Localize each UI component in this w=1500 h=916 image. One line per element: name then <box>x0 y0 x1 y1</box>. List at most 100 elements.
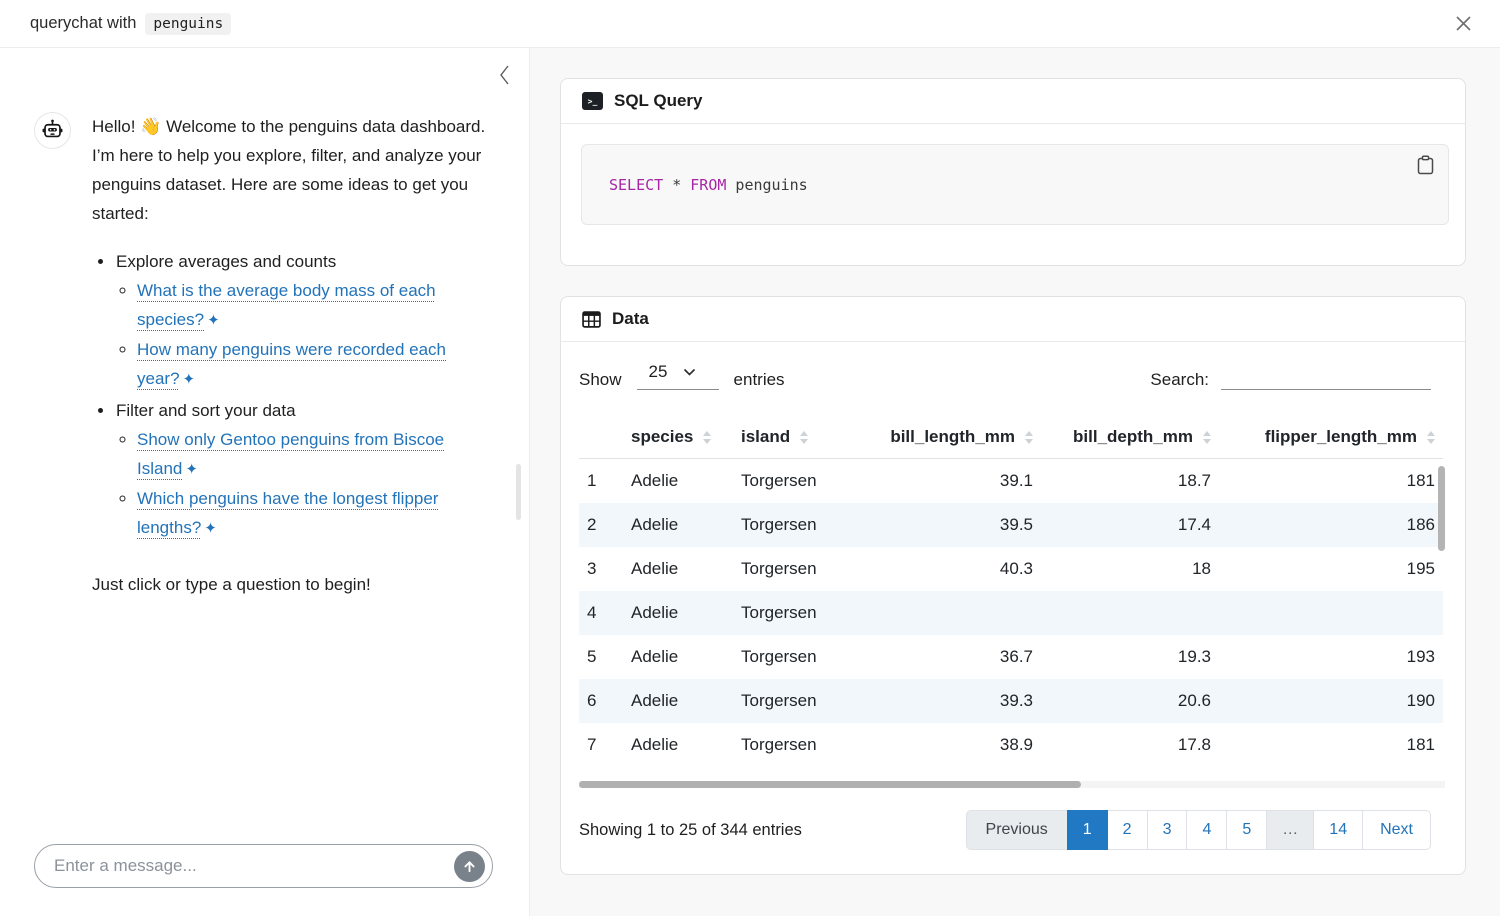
page-button-1[interactable]: 1 <box>1067 810 1108 850</box>
page-button-5[interactable]: 5 <box>1226 810 1267 850</box>
column-label: flipper_length_mm <box>1265 427 1417 447</box>
vertical-scrollbar[interactable] <box>1438 466 1445 551</box>
table-cell: 4 <box>579 591 623 635</box>
table-cell: 39.3 <box>857 679 1041 723</box>
table-cell: Adelie <box>623 547 733 591</box>
search-label: Search: <box>1150 370 1209 390</box>
page-button-14[interactable]: 14 <box>1313 810 1363 850</box>
table-cell: Torgersen <box>733 547 857 591</box>
dataset-name-chip: penguins <box>145 13 231 35</box>
table-cell: 39.5 <box>857 503 1041 547</box>
topic-item: Explore averages and countsWhat is the a… <box>115 247 489 394</box>
sql-query-card-body: SELECT * FROM penguins <box>561 124 1465 265</box>
table-search-control: Search: <box>1150 362 1431 390</box>
suggestion-link[interactable]: Which penguins have the longest flipper … <box>137 489 438 537</box>
table-icon <box>582 310 601 329</box>
sql-token: penguins <box>726 176 807 194</box>
table-controls: Show 25 entries Search: <box>579 358 1445 390</box>
message-input[interactable] <box>54 856 454 876</box>
sort-arrows-icon[interactable] <box>1427 431 1435 444</box>
table-cell: Adelie <box>623 635 733 679</box>
topic-item: Filter and sort your dataShow only Gento… <box>115 396 489 543</box>
column-header-bill_depth_mm[interactable]: bill_depth_mm <box>1041 416 1219 459</box>
table-cell: Torgersen <box>733 459 857 504</box>
panel-resize-handle[interactable] <box>516 464 521 520</box>
table-cell: 1 <box>579 459 623 504</box>
send-message-button[interactable] <box>454 851 485 882</box>
table-row: 2AdelieTorgersen39.517.4186 <box>579 503 1443 547</box>
table-cell: 20.6 <box>1041 679 1219 723</box>
horizontal-scrollbar[interactable] <box>579 781 1081 788</box>
page-button-2[interactable]: 2 <box>1107 810 1148 850</box>
table-cell: 2 <box>579 503 623 547</box>
column-label: species <box>631 427 693 447</box>
search-input[interactable] <box>1221 362 1431 390</box>
close-icon[interactable] <box>1449 9 1478 38</box>
suggestion-link[interactable]: What is the average body mass of each sp… <box>137 281 436 329</box>
closing-text: Just click or type a question to begin! <box>92 570 489 599</box>
sort-arrows-icon[interactable] <box>1203 431 1211 444</box>
page-button-…: … <box>1266 810 1314 850</box>
sort-arrows-icon[interactable] <box>703 431 711 444</box>
topic-sublist: What is the average body mass of each sp… <box>116 276 489 394</box>
topic-sublist: Show only Gentoo penguins from Biscoe Is… <box>116 425 489 543</box>
suggestion-item: What is the average body mass of each sp… <box>137 276 489 335</box>
suggestion-list: Explore averages and countsWhat is the a… <box>92 247 489 543</box>
page-button-4[interactable]: 4 <box>1186 810 1227 850</box>
querychat-app: querychat with penguins <box>0 0 1500 916</box>
table-cell: 38.9 <box>857 723 1041 767</box>
column-header-island[interactable]: island <box>733 416 857 459</box>
assistant-message: Hello! 👋 Welcome to the penguins data da… <box>0 48 529 599</box>
sql-code-block: SELECT * FROM penguins <box>581 144 1449 225</box>
page-button-previous: Previous <box>966 810 1068 850</box>
penguins-table: species island bill_length_mm bill_depth_mm… <box>579 416 1443 767</box>
data-card-header: Data <box>561 297 1465 342</box>
table-cell: 190 <box>1219 679 1443 723</box>
entries-label: entries <box>734 370 785 390</box>
entries-info-text: Showing 1 to 25 of 344 entries <box>579 821 802 840</box>
column-header-species[interactable]: species <box>623 416 733 459</box>
robot-avatar-icon <box>34 112 71 149</box>
table-cell: Adelie <box>623 723 733 767</box>
table-cell: Adelie <box>623 591 733 635</box>
column-label: island <box>741 427 790 447</box>
suggestion-link[interactable]: Show only Gentoo penguins from Biscoe Is… <box>137 430 444 478</box>
table-cell: Adelie <box>623 459 733 504</box>
show-label: Show <box>579 370 622 390</box>
greeting-text: Hello! 👋 Welcome to the penguins data da… <box>92 112 489 228</box>
table-cell: Adelie <box>623 679 733 723</box>
table-cell: 181 <box>1219 459 1443 504</box>
column-header-flipper_length_mm[interactable]: flipper_length_mm <box>1219 416 1443 459</box>
table-row: 7AdelieTorgersen38.917.8181 <box>579 723 1443 767</box>
table-cell: 39.1 <box>857 459 1041 504</box>
table-footer: Showing 1 to 25 of 344 entries Previous1… <box>579 810 1445 850</box>
main-layout: Hello! 👋 Welcome to the penguins data da… <box>0 48 1500 916</box>
data-card: Data Show 25 entries Searc <box>560 296 1466 875</box>
table-row: 5AdelieTorgersen36.719.3193 <box>579 635 1443 679</box>
table-row: 1AdelieTorgersen39.118.7181 <box>579 459 1443 504</box>
sparkle-icon: ✦ <box>185 455 198 484</box>
table-cell: 40.3 <box>857 547 1041 591</box>
table-cell: 7 <box>579 723 623 767</box>
column-label: bill_depth_mm <box>1073 427 1193 447</box>
column-header-bill_length_mm[interactable]: bill_length_mm <box>857 416 1041 459</box>
sort-arrows-icon[interactable] <box>1025 431 1033 444</box>
page-button-next[interactable]: Next <box>1362 810 1431 850</box>
data-card-title: Data <box>612 309 649 329</box>
table-scroll-area[interactable]: species island bill_length_mm bill_depth_mm… <box>579 416 1445 788</box>
sql-query-card-title: SQL Query <box>614 91 703 111</box>
suggestion-link[interactable]: How many penguins were recorded each yea… <box>137 340 446 388</box>
page-length-select[interactable]: 25 <box>637 360 719 390</box>
page-length-control: Show 25 entries <box>579 360 785 390</box>
table-cell: 5 <box>579 635 623 679</box>
table-cell: Torgersen <box>733 591 857 635</box>
sort-arrows-icon[interactable] <box>800 431 808 444</box>
column-label: bill_length_mm <box>890 427 1015 447</box>
sql-token: FROM <box>690 176 726 194</box>
page-button-3[interactable]: 3 <box>1147 810 1188 850</box>
data-card-body: Show 25 entries Search: <box>561 342 1465 874</box>
copy-to-clipboard-icon[interactable] <box>1414 152 1437 178</box>
pagination: Previous12345…14Next <box>966 810 1431 850</box>
table-cell: 3 <box>579 547 623 591</box>
collapse-sidebar-icon[interactable] <box>496 62 513 88</box>
